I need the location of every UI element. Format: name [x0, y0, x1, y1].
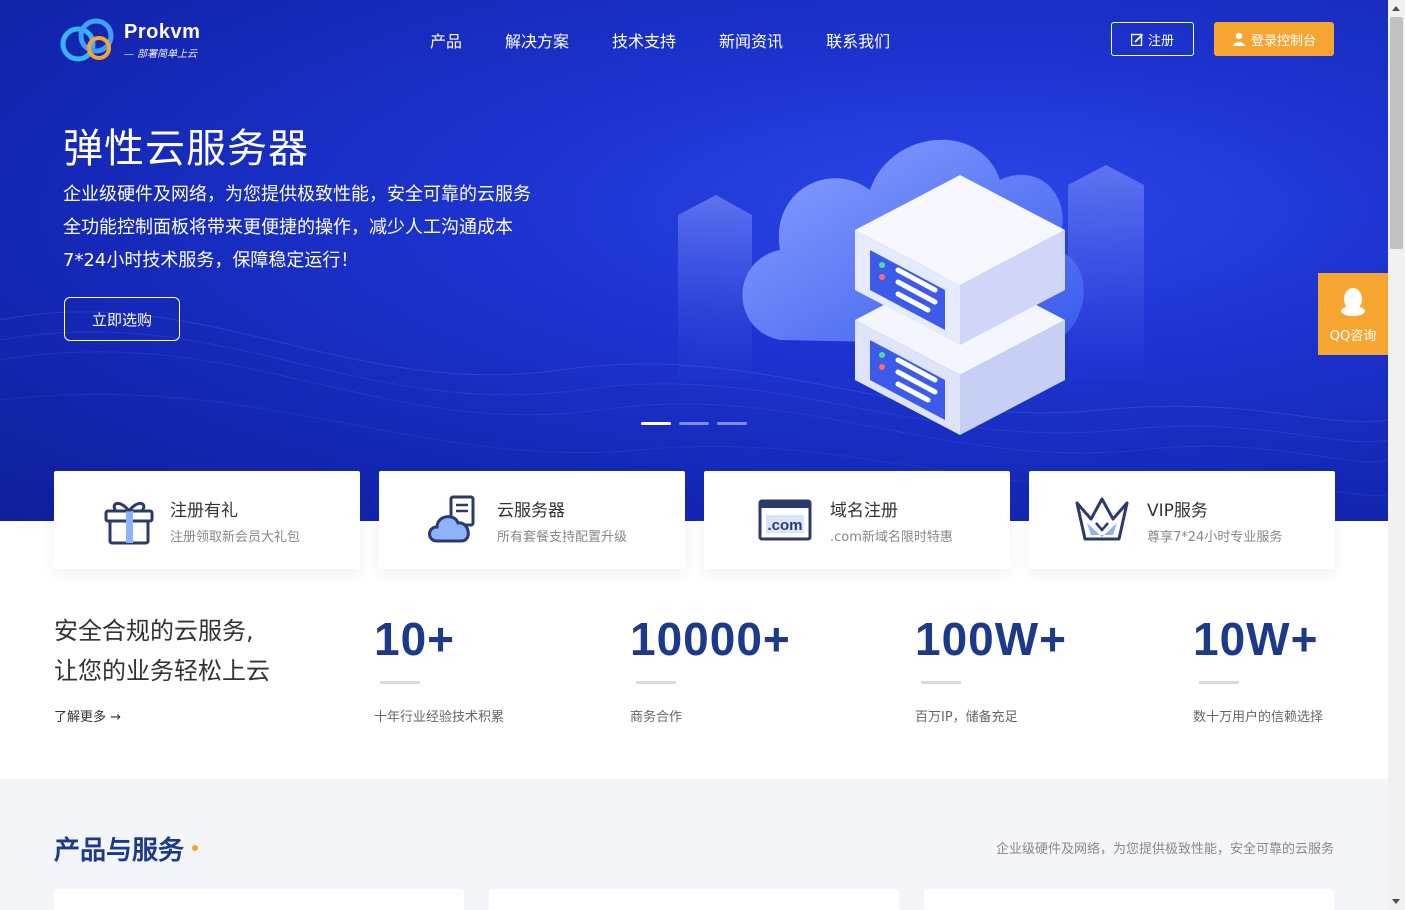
- stat-label: 百万IP，储备充足: [915, 710, 1018, 725]
- stat-value: 10W+: [1193, 613, 1319, 665]
- products-section-subtitle: 企业级硬件及网络，为您提供极致性能，安全可靠的云服务: [995, 842, 1334, 857]
- carousel-dot-1[interactable]: [641, 422, 671, 425]
- stat-divider: [1199, 681, 1239, 684]
- user-icon: [1232, 32, 1245, 46]
- products-section-title: 产品与服务: [54, 836, 185, 866]
- edit-icon: [1130, 33, 1144, 46]
- title-accent-dot: [192, 845, 198, 851]
- feature-cards: 注册有礼 注册领取新会员大礼包 云服务器 所有套餐支持配置升级 .com 域名注…: [54, 471, 1354, 569]
- hero-description: 企业级硬件及网络，为您提供极致性能，安全可靠的云服务 全功能控制面板将带来更便捷…: [63, 178, 531, 277]
- logo-mark-icon: [60, 18, 114, 62]
- feature-title: 域名注册: [830, 500, 898, 521]
- brand-logo[interactable]: Prokvm — 部署简单上云: [56, 14, 216, 66]
- stat-label: 数十万用户的信赖选择: [1193, 710, 1324, 725]
- hero-line-2: 全功能控制面板将带来更便捷的操作，减少人工沟通成本: [63, 217, 513, 238]
- feature-subtitle: 注册领取新会员大礼包: [170, 529, 301, 545]
- feature-subtitle: 所有套餐支持配置升级: [497, 529, 628, 545]
- carousel-indicators: [641, 422, 755, 425]
- login-label: 登录控制台: [1250, 33, 1316, 49]
- qq-consult-float[interactable]: QQ咨询: [1318, 273, 1388, 355]
- nav-item-contact[interactable]: 联系我们: [826, 28, 890, 52]
- stat-label: 商务合作: [630, 710, 683, 725]
- cloud-server-illustration: [678, 139, 1144, 435]
- product-card[interactable]: [924, 889, 1334, 910]
- brand-name: Prokvm: [124, 20, 201, 43]
- scroll-up-arrow-icon[interactable]: [1392, 6, 1400, 11]
- feature-subtitle: 尊享7*24小时专业服务: [1147, 529, 1283, 545]
- stat-divider: [921, 681, 961, 684]
- nav-item-products[interactable]: 产品: [430, 28, 462, 52]
- intro-heading: 安全合规的云服务, 让您的业务轻松上云: [54, 611, 270, 691]
- intro-line-1: 安全合规的云服务,: [54, 617, 254, 645]
- register-label: 注册: [1147, 33, 1174, 49]
- stat-divider: [636, 681, 676, 684]
- feature-card-domain[interactable]: .com 域名注册 .com新域名限时特惠: [704, 471, 1010, 569]
- main-nav: 产品 解决方案 技术支持 新闻资讯 联系我们: [430, 28, 933, 52]
- carousel-dot-2[interactable]: [679, 422, 709, 425]
- nav-item-solutions[interactable]: 解决方案: [505, 28, 569, 52]
- product-card[interactable]: [54, 889, 464, 910]
- hero-line-3: 7*24小时技术服务，保障稳定运行！: [63, 250, 359, 271]
- page-scrollbar[interactable]: [1388, 0, 1405, 910]
- stat-divider: [380, 681, 420, 684]
- stat-ips: 100W+ 百万IP，储备充足: [915, 612, 1067, 725]
- stat-value: 10000+: [630, 613, 791, 665]
- feature-title: VIP服务: [1147, 500, 1208, 521]
- feature-subtitle: .com新域名限时特惠: [830, 529, 953, 545]
- buy-now-button[interactable]: 立即选购: [64, 297, 180, 341]
- scrollbar-thumb[interactable]: [1390, 17, 1403, 249]
- hero-title: 弹性云服务器: [63, 126, 309, 172]
- feature-title: 云服务器: [497, 500, 565, 521]
- stat-value: 10+: [374, 613, 456, 665]
- nav-item-support[interactable]: 技术支持: [612, 28, 676, 52]
- feature-card-cloud-server[interactable]: 云服务器 所有套餐支持配置升级: [379, 471, 685, 569]
- stat-users: 10W+ 数十万用户的信赖选择: [1193, 612, 1323, 725]
- crown-icon: [1075, 497, 1129, 541]
- scroll-down-arrow-icon[interactable]: [1392, 899, 1400, 904]
- qq-penguin-icon: [1341, 288, 1365, 316]
- feature-title: 注册有礼: [170, 500, 238, 521]
- brand-slogan: — 部署简单上云: [124, 48, 198, 60]
- qq-consult-label: QQ咨询: [1329, 329, 1377, 344]
- login-console-button[interactable]: 登录控制台: [1214, 22, 1334, 56]
- intro-line-2: 让您的业务轻松上云: [54, 657, 270, 685]
- stat-partners: 10000+ 商务合作: [630, 612, 791, 725]
- product-card[interactable]: [489, 889, 899, 910]
- hero-banner: Prokvm — 部署简单上云 产品 解决方案 技术支持 新闻资讯 联系我们 注…: [0, 0, 1388, 521]
- domain-com-icon: .com: [758, 499, 812, 541]
- stat-experience: 10+ 十年行业经验技术积累: [374, 612, 504, 725]
- learn-more-link[interactable]: 了解更多 →: [54, 706, 121, 725]
- feature-card-register-gift[interactable]: 注册有礼 注册领取新会员大礼包: [54, 471, 360, 569]
- stat-label: 十年行业经验技术积累: [374, 710, 505, 725]
- hero-line-1: 企业级硬件及网络，为您提供极致性能，安全可靠的云服务: [63, 184, 531, 205]
- feature-card-vip[interactable]: VIP服务 尊享7*24小时专业服务: [1029, 471, 1335, 569]
- nav-item-news[interactable]: 新闻资讯: [719, 28, 783, 52]
- svg-text:.com: .com: [767, 517, 802, 534]
- cloud-server-icon: [428, 495, 475, 543]
- gift-icon: [104, 502, 154, 545]
- carousel-dot-3[interactable]: [717, 422, 747, 425]
- stat-value: 100W+: [915, 613, 1068, 665]
- register-button[interactable]: 注册: [1111, 22, 1194, 56]
